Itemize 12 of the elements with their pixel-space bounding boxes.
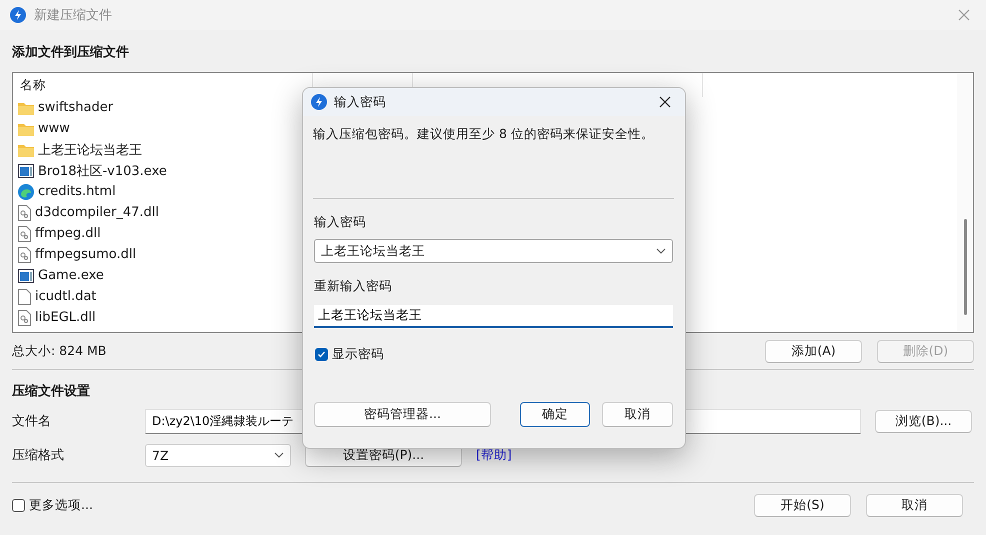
checkbox-label: 显示密码 bbox=[332, 346, 384, 362]
dialog-title: 输入密码 bbox=[334, 94, 387, 110]
total-size: 总大小: 824 MB bbox=[12, 342, 106, 360]
field-label: 输入密码 bbox=[313, 212, 367, 230]
field-label: 压缩格式 bbox=[12, 447, 65, 464]
dialog-message: 输入压缩包密码。建议使用至少 8 位的密码来保证安全性。 bbox=[313, 126, 655, 143]
checkbox-label: 更多选项... bbox=[29, 496, 93, 514]
section-title: 添加文件到压缩文件 bbox=[12, 44, 129, 62]
field-label: 重新输入密码 bbox=[313, 276, 393, 294]
window-title: 新建压缩文件 bbox=[34, 7, 113, 24]
field-label: 文件名 bbox=[12, 413, 52, 430]
section-title: 压缩文件设置 bbox=[12, 382, 90, 401]
